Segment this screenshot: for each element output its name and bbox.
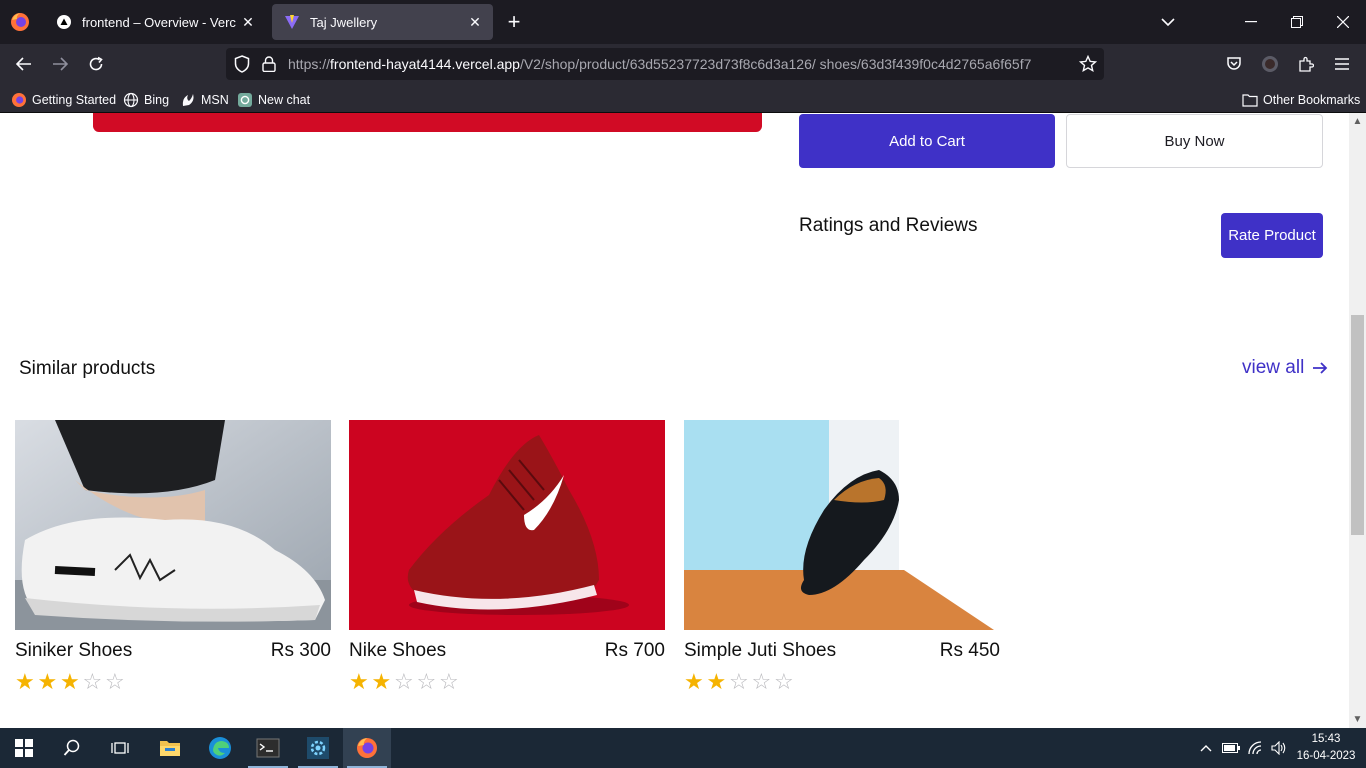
star-filled-icon: ★: [349, 669, 369, 694]
rate-product-button[interactable]: Rate Product: [1221, 213, 1323, 258]
task-view-icon[interactable]: [96, 728, 144, 768]
search-icon[interactable]: [48, 728, 96, 768]
bookmark-getting-started[interactable]: Getting Started: [11, 90, 116, 110]
close-tab-icon[interactable]: ✕: [236, 10, 260, 34]
lock-icon[interactable]: [256, 51, 282, 77]
product-price: Rs 700: [604, 640, 665, 661]
tab-title: Taj Jwellery: [310, 14, 378, 30]
product-image-simple-juti-shoes[interactable]: [684, 420, 1000, 630]
other-bookmarks[interactable]: Other Bookmarks: [1242, 90, 1360, 110]
back-icon[interactable]: [11, 51, 37, 77]
similar-products-heading: Similar products: [19, 358, 156, 379]
volume-icon[interactable]: [1268, 728, 1290, 768]
url-text[interactable]: https://frontend-hayat4144.vercel.app/V2…: [288, 56, 1048, 72]
firefox-icon: [11, 92, 27, 108]
page-content: Add to Cart Buy Now Ratings and Reviews …: [0, 113, 1349, 728]
folder-icon: [1242, 92, 1258, 108]
star-filled-icon: ★: [15, 669, 35, 694]
product-info-row: Siniker Shoes Rs 300: [15, 640, 331, 662]
edge-icon[interactable]: [196, 728, 244, 768]
buy-now-button[interactable]: Buy Now: [1066, 114, 1323, 168]
clock-time: 15:43: [1311, 733, 1341, 745]
reload-icon[interactable]: [83, 51, 109, 77]
show-hidden-icons-icon[interactable]: [1196, 728, 1216, 768]
product-image-nike-shoes[interactable]: [349, 420, 665, 630]
product-image-bottom: [93, 113, 762, 132]
product-image-siniker-shoes[interactable]: [15, 420, 331, 630]
product-info-row: Nike Shoes Rs 700: [349, 640, 665, 662]
rating-stars: ★ ★ ☆ ☆ ☆: [349, 670, 462, 694]
ratings-heading: Ratings and Reviews: [799, 215, 978, 236]
bookmark-star-icon[interactable]: [1075, 51, 1101, 77]
forward-icon[interactable]: [47, 51, 73, 77]
firefox-taskbar-icon[interactable]: [343, 728, 391, 768]
pocket-icon[interactable]: [1221, 51, 1247, 77]
tab-title: frontend – Overview - Vercel: [82, 14, 236, 30]
account-avatar-icon[interactable]: [1257, 51, 1283, 77]
scroll-up-icon[interactable]: ▲: [1349, 115, 1366, 129]
bookmark-msn[interactable]: MSN: [180, 90, 229, 110]
rating-stars: ★ ★ ★ ☆ ☆: [15, 670, 128, 694]
vercel-icon: [56, 14, 72, 30]
star-empty-icon: ☆: [774, 669, 794, 694]
product-name: Nike Shoes: [349, 640, 447, 661]
chatgpt-icon: [237, 92, 253, 108]
star-empty-icon: ☆: [729, 669, 749, 694]
close-window-icon[interactable]: [1329, 8, 1357, 36]
file-explorer-icon[interactable]: [146, 728, 194, 768]
bookmark-bing[interactable]: Bing: [123, 90, 169, 110]
bookmark-new-chat[interactable]: New chat: [237, 90, 310, 110]
system-clock[interactable]: 15:43 16-04-2023: [1295, 731, 1357, 765]
tab-strip: frontend – Overview - Vercel ✕ Taj Jwell…: [0, 0, 1366, 44]
battery-icon[interactable]: [1220, 728, 1242, 768]
product-name: Simple Juti Shoes: [684, 640, 837, 661]
star-filled-icon: ★: [60, 669, 80, 694]
terminal-icon[interactable]: [244, 728, 292, 768]
bookmarks-toolbar: Getting Started Bing MSN New chat Other …: [0, 86, 1366, 113]
msn-icon: [180, 92, 196, 108]
arrow-right-icon: [1313, 362, 1328, 374]
scroll-down-icon[interactable]: ▼: [1349, 713, 1366, 727]
list-all-tabs-icon[interactable]: [1154, 8, 1182, 36]
rating-stars: ★ ★ ☆ ☆ ☆: [684, 670, 797, 694]
firefox-view-icon[interactable]: [8, 10, 34, 34]
product-card[interactable]: Siniker Shoes Rs 300 ★ ★ ★ ☆ ☆: [15, 420, 331, 694]
product-price: Rs 300: [270, 640, 331, 661]
page-scrollbar[interactable]: ▲ ▼: [1349, 113, 1366, 728]
minimize-icon[interactable]: [1237, 8, 1265, 36]
extensions-icon[interactable]: [1293, 51, 1319, 77]
shield-icon[interactable]: [229, 51, 255, 77]
product-card[interactable]: Simple Juti Shoes Rs 450 ★ ★ ☆ ☆ ☆: [684, 420, 1000, 694]
tab-vercel[interactable]: frontend – Overview - Vercel ✕: [44, 4, 266, 40]
view-all-link[interactable]: view all: [1242, 357, 1328, 379]
windows-taskbar: 15:43 16-04-2023: [0, 728, 1366, 768]
star-empty-icon: ☆: [394, 669, 414, 694]
add-to-cart-button[interactable]: Add to Cart: [799, 114, 1055, 168]
star-filled-icon: ★: [684, 669, 704, 694]
settings-app-icon[interactable]: [294, 728, 342, 768]
new-tab-icon[interactable]: +: [502, 10, 526, 34]
star-empty-icon: ☆: [105, 669, 125, 694]
product-price: Rs 450: [939, 640, 1000, 661]
wifi-icon[interactable]: [1245, 728, 1267, 768]
star-empty-icon: ☆: [416, 669, 437, 694]
star-empty-icon: ☆: [439, 669, 459, 694]
product-name: Siniker Shoes: [15, 640, 133, 661]
clock-date: 16-04-2023: [1296, 750, 1356, 762]
globe-icon: [123, 92, 139, 108]
scroll-thumb[interactable]: [1351, 315, 1364, 535]
close-tab-icon[interactable]: ✕: [463, 10, 487, 34]
restore-icon[interactable]: [1283, 8, 1311, 36]
star-filled-icon: ★: [371, 669, 392, 694]
star-filled-icon: ★: [706, 669, 727, 694]
vite-icon: [284, 14, 300, 30]
product-info-row: Simple Juti Shoes Rs 450: [684, 640, 1000, 662]
star-filled-icon: ★: [37, 669, 58, 694]
menu-icon[interactable]: [1329, 51, 1355, 77]
product-card[interactable]: Nike Shoes Rs 700 ★ ★ ☆ ☆ ☆: [349, 420, 665, 694]
star-empty-icon: ☆: [82, 669, 103, 694]
windows-start-icon[interactable]: [0, 728, 48, 768]
star-empty-icon: ☆: [751, 669, 772, 694]
tab-taj-jwellery[interactable]: Taj Jwellery ✕: [272, 4, 493, 40]
